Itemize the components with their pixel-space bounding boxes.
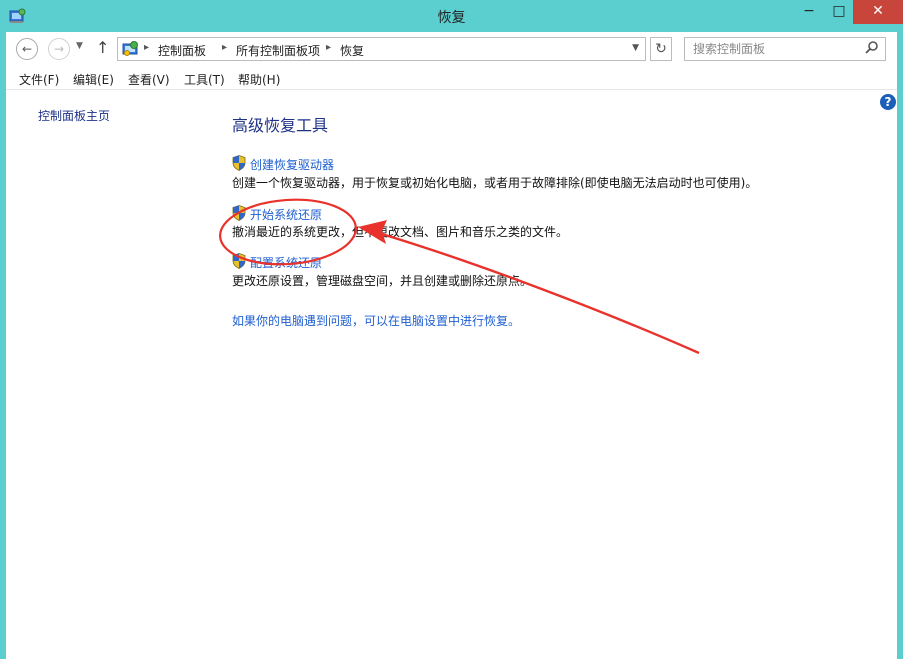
sidebar-control-panel-home[interactable]: 控制面板主页 — [38, 107, 110, 124]
pc-settings-recovery-link[interactable]: 如果你的电脑遇到问题，可以在电脑设置中进行恢复。 — [232, 312, 520, 329]
minimize-button[interactable]: − — [792, 0, 826, 24]
window-content: ← → ▼ ↑ ▸ 控制面板 ▸ 所有控制面板项 ▸ 恢复 ▼ ↻ 搜索控制面板… — [6, 32, 897, 659]
arrow-right-icon: → — [53, 42, 65, 56]
refresh-button[interactable]: ↻ — [650, 37, 672, 61]
start-system-restore-link[interactable]: 开始系统还原 — [250, 206, 322, 223]
configure-system-restore-description: 更改还原设置，管理磁盘空间，并且创建或删除还原点。 — [232, 274, 533, 288]
chevron-down-icon: ▼ — [76, 41, 83, 51]
create-recovery-drive-link[interactable]: 创建恢复驱动器 — [250, 156, 334, 173]
search-input[interactable] — [684, 37, 886, 61]
breadcrumb-all-items[interactable]: 所有控制面板项 — [236, 42, 320, 59]
forward-button[interactable]: → — [48, 38, 70, 60]
navigation-bar: ← → ▼ ↑ ▸ 控制面板 ▸ 所有控制面板项 ▸ 恢复 ▼ ↻ 搜索控制面板 — [6, 32, 897, 66]
refresh-icon: ↻ — [655, 41, 667, 57]
search-icon[interactable] — [864, 40, 880, 56]
annotation-overlay — [219, 198, 700, 355]
arrow-left-icon: ← — [21, 42, 33, 56]
close-button[interactable]: ✕ — [853, 0, 903, 24]
recent-locations-button[interactable]: ▼ — [76, 41, 83, 51]
start-system-restore-description: 撤消最近的系统更改，但不更改文档、图片和音乐之类的文件。 — [232, 225, 569, 239]
configure-system-restore-link[interactable]: 配置系统还原 — [250, 254, 322, 271]
page-title: 高级恢复工具 — [232, 116, 329, 135]
uac-shield-icon — [232, 205, 246, 221]
menu-bar: 文件(F) 编辑(E) 查看(V) 工具(T) 帮助(H) — [6, 66, 897, 90]
control-panel-icon — [122, 41, 138, 56]
menu-edit[interactable]: 编辑(E) — [73, 71, 114, 88]
uac-shield-icon — [232, 155, 246, 171]
maximize-button[interactable]: □ — [822, 0, 856, 24]
up-button[interactable]: ↑ — [96, 38, 109, 57]
breadcrumb-control-panel[interactable]: 控制面板 — [158, 42, 206, 59]
help-icon[interactable]: ? — [880, 94, 896, 110]
menu-file[interactable]: 文件(F) — [19, 71, 59, 88]
menu-view[interactable]: 查看(V) — [128, 71, 170, 88]
menu-tools[interactable]: 工具(T) — [184, 71, 225, 88]
create-recovery-drive-description: 创建一个恢复驱动器，用于恢复或初始化电脑，或者用于故障排除(即使电脑无法启动时也… — [232, 176, 758, 190]
address-history-button[interactable]: ▼ — [632, 43, 639, 53]
uac-shield-icon — [232, 253, 246, 269]
window-title: 恢复 — [437, 10, 466, 26]
arrow-up-icon: ↑ — [96, 38, 110, 57]
address-bar[interactable]: ▸ 控制面板 ▸ 所有控制面板项 ▸ 恢复 ▼ — [117, 37, 646, 61]
breadcrumb-separator: ▸ — [144, 42, 150, 53]
breadcrumb-recovery[interactable]: 恢复 — [340, 42, 364, 59]
back-button[interactable]: ← — [16, 38, 38, 60]
menu-help[interactable]: 帮助(H) — [238, 71, 280, 88]
title-bar: 恢复 − □ ✕ — [0, 0, 903, 32]
breadcrumb-separator: ▸ — [326, 42, 332, 53]
annotation-arrow-shaft — [371, 229, 700, 355]
breadcrumb-separator: ▸ — [222, 42, 228, 53]
chevron-down-icon: ▼ — [632, 43, 639, 53]
